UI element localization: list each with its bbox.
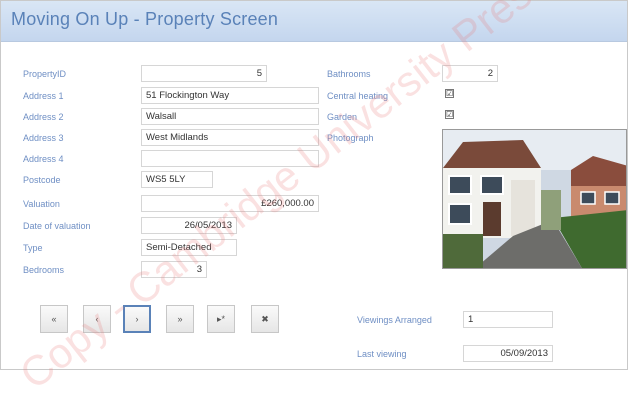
property-id-field[interactable]: 5: [141, 65, 267, 82]
label-property-id: PropertyID: [23, 69, 67, 79]
date-of-valuation-field[interactable]: 26/05/2013: [141, 217, 237, 234]
form-header: Moving On Up - Property Screen: [1, 1, 627, 42]
new-record-button[interactable]: ▸*: [207, 305, 235, 333]
previous-record-button[interactable]: ‹: [83, 305, 111, 333]
label-last-viewing: Last viewing: [357, 349, 407, 359]
label-bathrooms: Bathrooms: [327, 69, 371, 79]
last-record-button[interactable]: »: [166, 305, 194, 333]
label-address-3: Address 3: [23, 133, 64, 143]
address-2-field[interactable]: Walsall: [141, 108, 319, 125]
label-bedrooms: Bedrooms: [23, 265, 65, 275]
label-postcode: Postcode: [23, 175, 61, 185]
label-address-4: Address 4: [23, 154, 64, 164]
central-heating-checkbox[interactable]: ☑: [445, 89, 454, 98]
first-record-button[interactable]: «: [40, 305, 68, 333]
bedrooms-field[interactable]: 3: [141, 261, 207, 278]
property-photograph: [442, 129, 627, 269]
label-date-of-valuation: Date of valuation: [23, 221, 91, 231]
viewings-arranged-field[interactable]: 1: [463, 311, 553, 328]
label-photograph: Photograph: [327, 133, 374, 143]
valuation-field[interactable]: £260,000.00: [141, 195, 319, 212]
label-valuation: Valuation: [23, 199, 60, 209]
garden-checkbox[interactable]: ☑: [445, 110, 454, 119]
address-3-field[interactable]: West Midlands: [141, 129, 319, 146]
next-record-button[interactable]: ›: [123, 305, 151, 333]
postcode-field[interactable]: WS5 5LY: [141, 171, 213, 188]
label-viewings-arranged: Viewings Arranged: [357, 315, 432, 325]
last-viewing-field[interactable]: 05/09/2013: [463, 345, 553, 362]
house-photo-image: [443, 130, 626, 268]
label-type: Type: [23, 243, 43, 253]
form-window: Moving On Up - Property Screen PropertyI…: [0, 0, 628, 398]
label-address-2: Address 2: [23, 112, 64, 122]
address-1-field[interactable]: 51 Flockington Way: [141, 87, 319, 104]
label-address-1: Address 1: [23, 91, 64, 101]
address-4-field[interactable]: [141, 150, 319, 167]
form-title: Moving On Up - Property Screen: [11, 9, 279, 29]
label-garden: Garden: [327, 112, 358, 122]
type-field[interactable]: Semi-Detached: [141, 239, 237, 256]
label-central-heating: Central heating: [327, 91, 389, 101]
bathrooms-field[interactable]: 2: [442, 65, 498, 82]
delete-record-button[interactable]: ✖: [251, 305, 279, 333]
